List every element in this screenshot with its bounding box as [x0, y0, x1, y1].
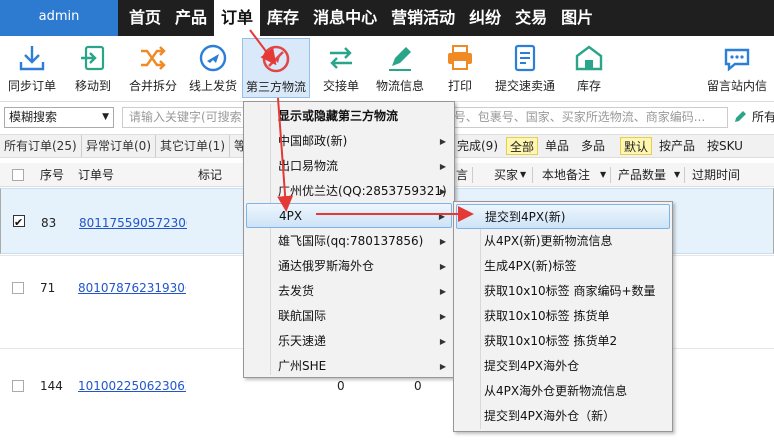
arrow-to-logistics-button	[249, 29, 277, 66]
annotation-arrows	[249, 29, 474, 222]
arrow-to-4px-item	[277, 97, 294, 212]
